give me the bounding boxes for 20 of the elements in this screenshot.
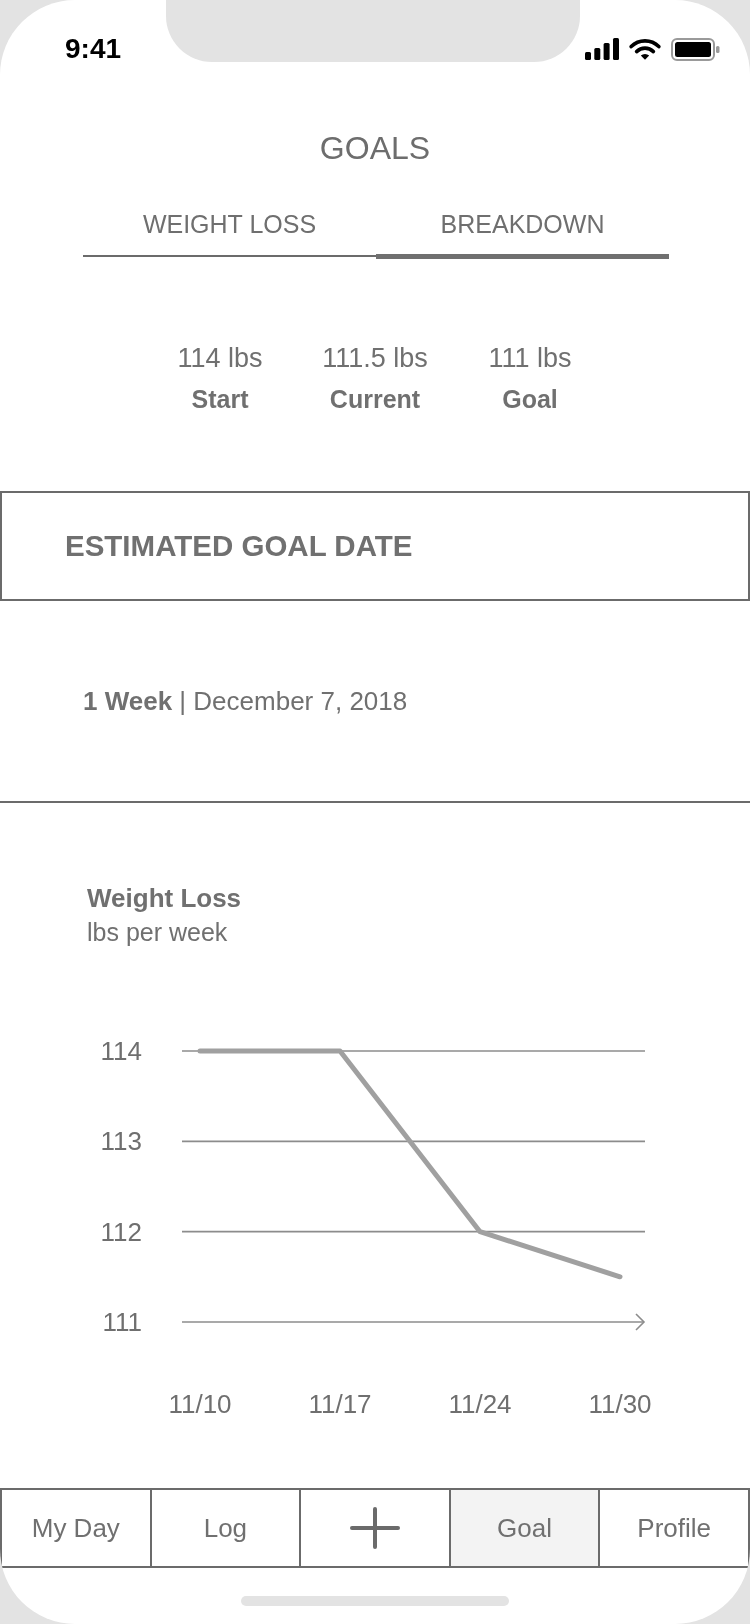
y-tick-label: 111	[102, 1307, 142, 1337]
chart-title: Weight Loss	[87, 882, 242, 915]
status-time: 9:41	[65, 33, 122, 65]
goal-date-text: 1 Week | December 7, 2018	[83, 685, 408, 718]
y-tick-label: 112	[100, 1216, 142, 1247]
x-tick-label: 11/24	[448, 1389, 512, 1419]
stat-label: Start	[191, 384, 249, 415]
stat-value: 114 lbs	[177, 342, 263, 375]
stat-label: Current	[329, 384, 421, 415]
section-header: ESTIMATED GOAL DATE	[0, 491, 750, 601]
x-tick-label: 11/17	[308, 1389, 372, 1419]
y-tick-label: 113	[100, 1126, 142, 1157]
stat-value: 111.5 lbs	[322, 342, 428, 375]
stat-value: 111 lbs	[488, 342, 572, 375]
page-title: GOALS	[319, 129, 431, 168]
stat-label: Goal	[502, 384, 558, 415]
x-tick-label: 11/30	[588, 1389, 652, 1419]
x-tick-label: 11/10	[168, 1389, 232, 1419]
y-tick-label: 114	[100, 1036, 142, 1066]
chart-subtitle: lbs per week	[87, 917, 228, 948]
